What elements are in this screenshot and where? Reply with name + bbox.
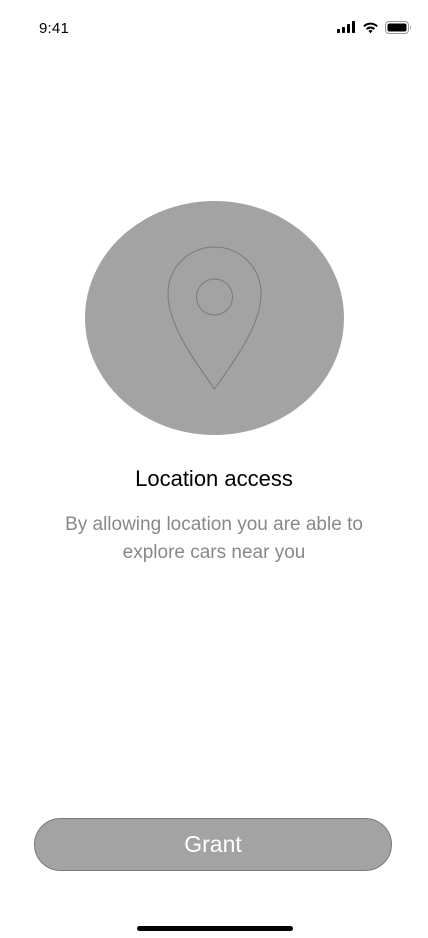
page-title: Location access xyxy=(135,466,293,491)
status-icons xyxy=(337,19,412,35)
home-indicator xyxy=(137,926,293,931)
status-bar: 9:41 xyxy=(0,0,428,56)
page-subtitle: By allowing location you are able to exp… xyxy=(65,514,363,563)
grant-button[interactable]: Grant xyxy=(34,818,392,871)
location-illustration xyxy=(85,201,344,435)
status-time: 9:41 xyxy=(39,20,69,37)
signal-icon xyxy=(337,21,356,33)
wifi-icon xyxy=(362,21,379,34)
battery-icon xyxy=(385,20,412,34)
illustration-circle xyxy=(85,201,344,435)
